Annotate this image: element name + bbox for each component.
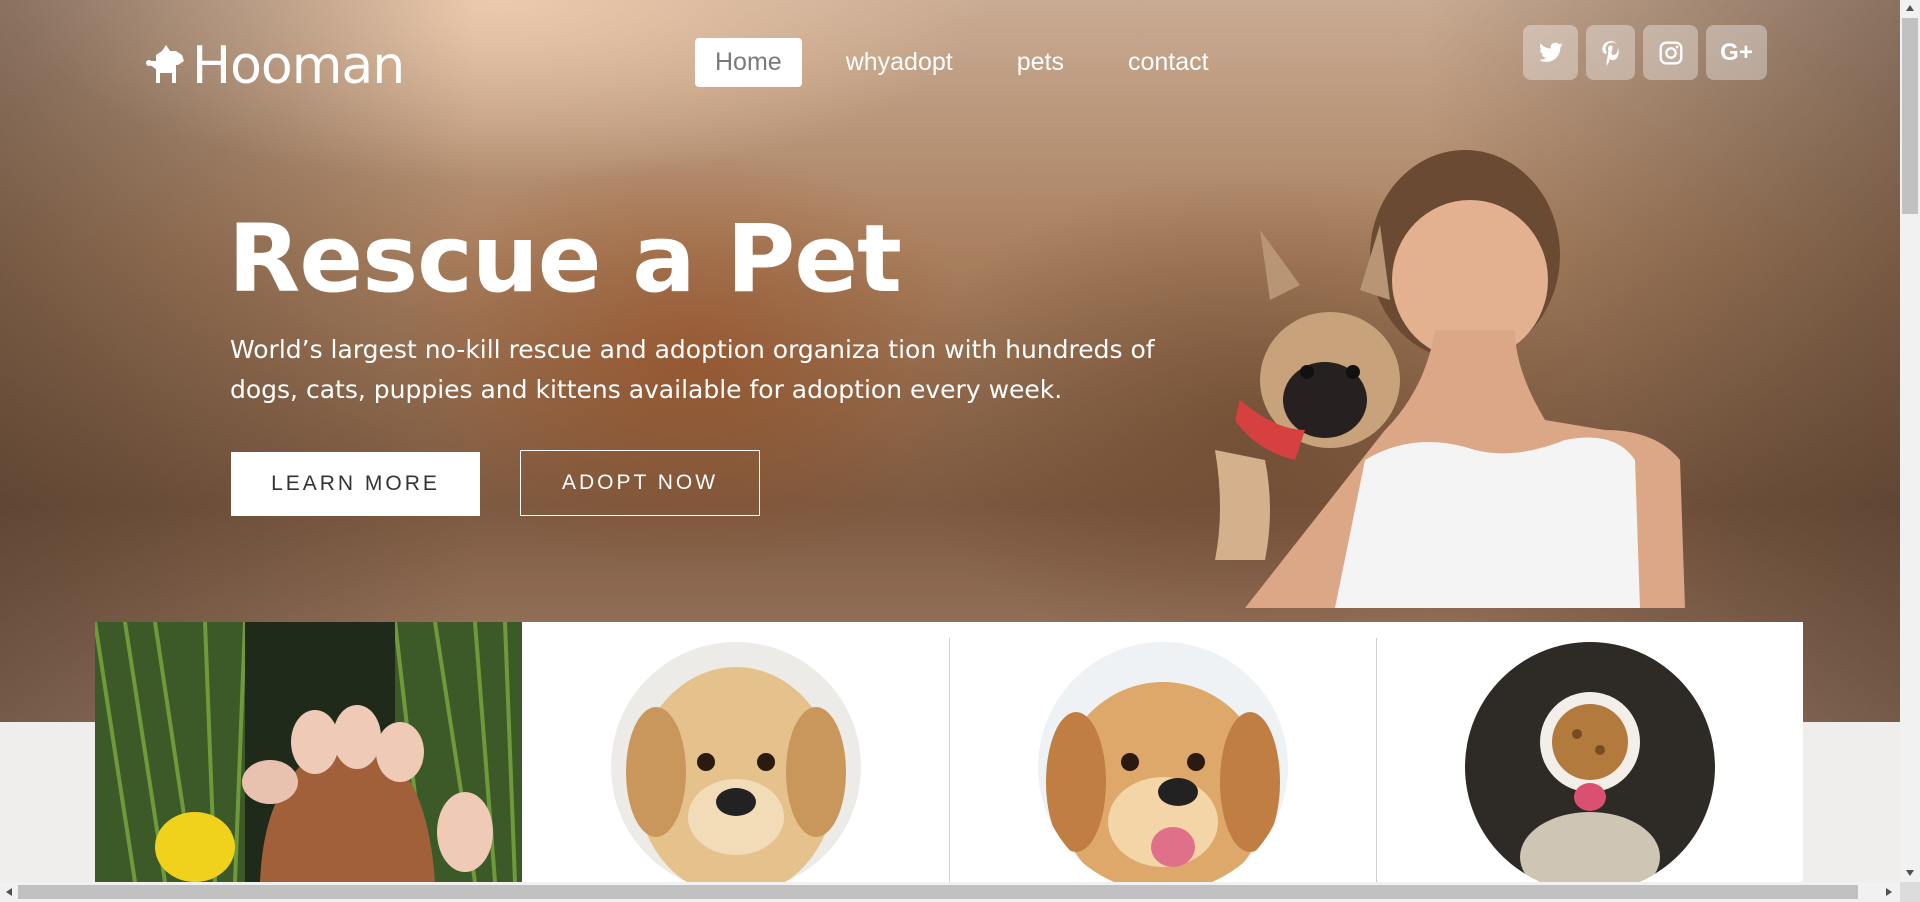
scroll-up-icon[interactable]: [1906, 5, 1914, 11]
learn-more-button[interactable]: LEARN MORE: [231, 452, 480, 516]
hand-holding-paw-photo: [95, 622, 522, 882]
nav-item-home[interactable]: Home: [695, 38, 802, 87]
pinterest-icon: [1601, 40, 1619, 65]
happy-golden-dog-photo: [1038, 642, 1288, 882]
scroll-left-icon[interactable]: [6, 888, 12, 896]
horizontal-scroll-thumb[interactable]: [18, 885, 1858, 899]
adopt-now-button[interactable]: ADOPT NOW: [520, 450, 760, 516]
card-cat-food[interactable]: [1376, 638, 1803, 882]
scroll-down-icon[interactable]: [1906, 870, 1914, 876]
scrollbar-corner: [1900, 882, 1920, 902]
card-golden-puppy[interactable]: [522, 622, 949, 882]
card-happy-dog[interactable]: [949, 638, 1376, 882]
vertical-scrollbar[interactable]: [1900, 0, 1920, 882]
horizontal-scrollbar[interactable]: [0, 882, 1900, 902]
dog-icon: [146, 45, 184, 83]
nav-item-whyadopt[interactable]: whyadopt: [826, 38, 973, 87]
nav-item-pets[interactable]: pets: [997, 38, 1084, 87]
scroll-right-icon[interactable]: [1886, 888, 1892, 896]
vertical-scroll-thumb[interactable]: [1902, 18, 1918, 214]
golden-puppy-photo: [610, 642, 861, 882]
boy-hugging-puppy-photo: [1215, 150, 1685, 608]
social-links: G+: [1523, 25, 1775, 80]
nav-item-contact[interactable]: contact: [1108, 38, 1229, 87]
cat-food-bowl-photo: [1465, 642, 1715, 882]
instagram-icon: [1659, 41, 1682, 64]
brand-logo[interactable]: Hooman: [146, 36, 405, 96]
hero-title: Rescue a Pet: [228, 205, 902, 314]
pinterest-button[interactable]: [1586, 25, 1635, 80]
main-nav: Home whyadopt pets contact: [695, 38, 1253, 87]
brand-name: Hooman: [192, 36, 405, 96]
hero-subtitle: World’s largest no-kill rescue and adopt…: [230, 335, 1155, 404]
feature-cards: [95, 622, 1803, 882]
twitter-icon: [1538, 42, 1563, 62]
google-plus-icon: G+: [1720, 38, 1753, 66]
google-plus-button[interactable]: G+: [1706, 25, 1767, 80]
twitter-button[interactable]: [1523, 25, 1578, 80]
instagram-button[interactable]: [1643, 25, 1698, 80]
